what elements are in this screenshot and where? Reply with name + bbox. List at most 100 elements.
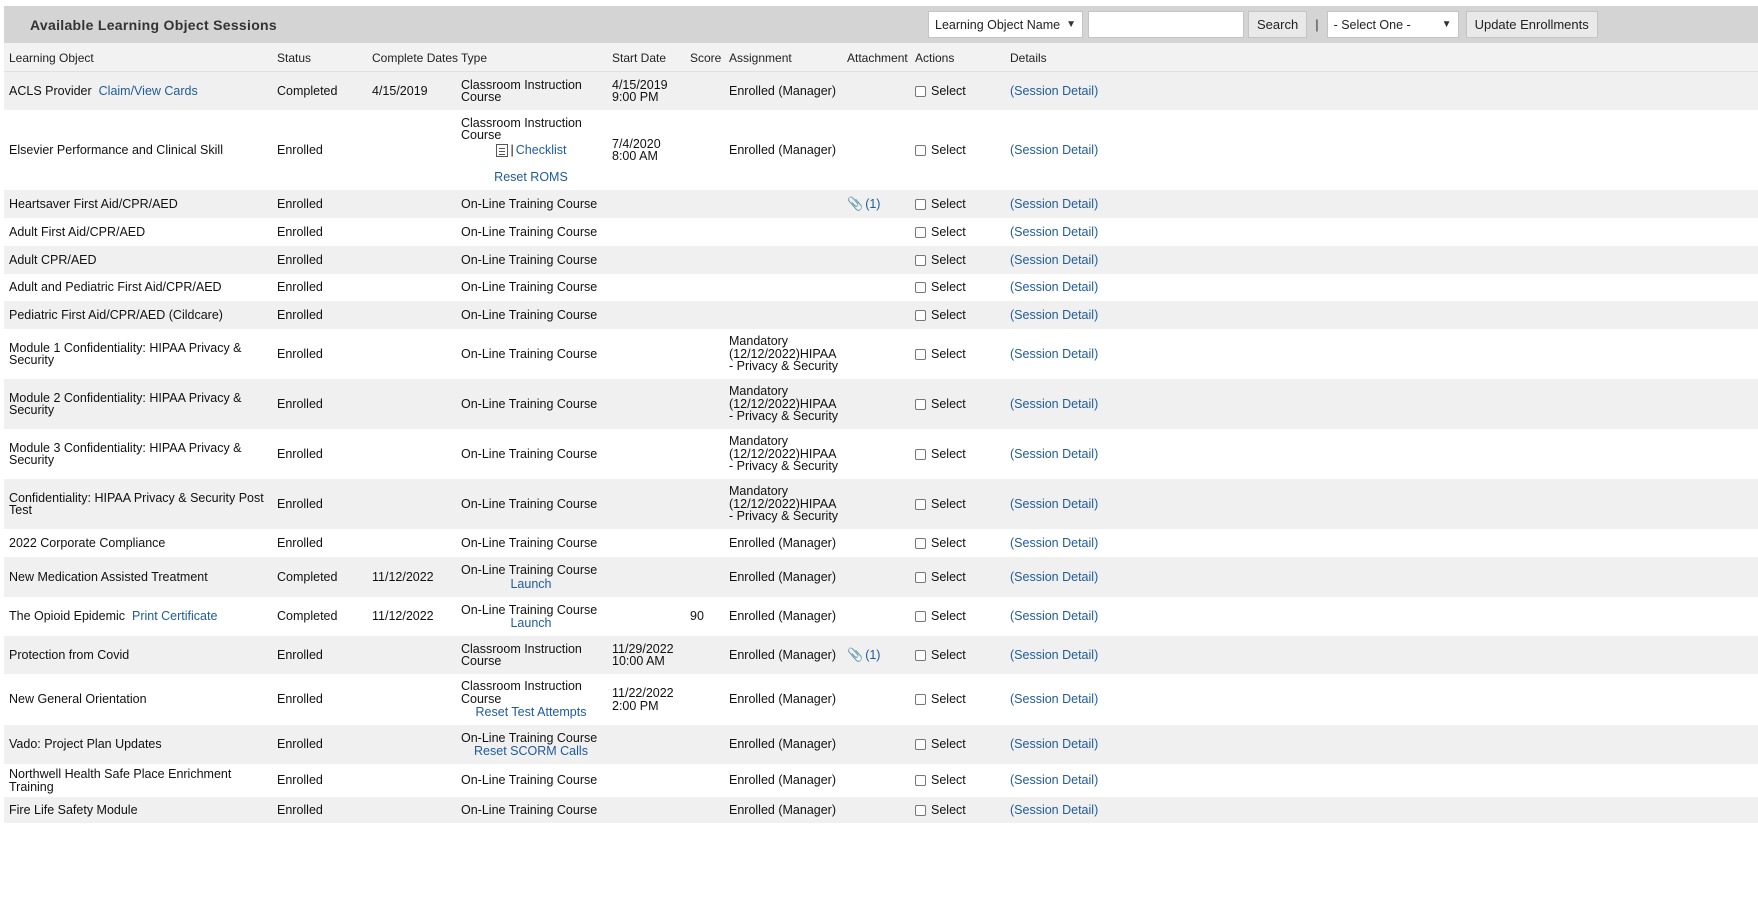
type-text: On-Line Training Course	[461, 224, 598, 239]
learning-object-name: Protection from Covid	[9, 647, 130, 662]
session-detail-link[interactable]: (Session Detail)	[1010, 649, 1130, 662]
select-checkbox[interactable]: Select	[915, 774, 995, 787]
checkbox-box[interactable]	[915, 649, 926, 661]
attachment-cell	[847, 218, 907, 246]
session-detail-link[interactable]: (Session Detail)	[1010, 610, 1130, 623]
select-checkbox[interactable]: Select	[915, 198, 995, 211]
assignment-cell	[729, 274, 841, 301]
learning-object-line: Module 2 Confidentiality: HIPAA Privacy …	[9, 391, 269, 417]
status-cell: Enrolled	[277, 190, 367, 218]
search-button[interactable]: Search	[1247, 11, 1308, 38]
checkbox-box[interactable]	[915, 804, 926, 816]
attachment-line[interactable]: 📎 (1)	[847, 648, 907, 662]
actions-cell: Select	[915, 529, 995, 557]
select-checkbox[interactable]: Select	[915, 448, 995, 461]
session-detail-link[interactable]: (Session Detail)	[1010, 198, 1130, 211]
learning-object-name: Pediatric First Aid/CPR/AED (Cildcare)	[9, 307, 223, 322]
learning-object-action-link[interactable]: Print Certificate	[132, 609, 217, 623]
select-checkbox[interactable]: Select	[915, 804, 995, 817]
search-input[interactable]	[1087, 11, 1244, 38]
checkbox-box[interactable]	[915, 144, 926, 156]
select-checkbox[interactable]: Select	[915, 398, 995, 411]
checkbox-box[interactable]	[915, 254, 926, 266]
select-checkbox[interactable]: Select	[915, 571, 995, 584]
type-cell: On-Line Training Course	[461, 429, 601, 479]
select-checkbox[interactable]: Select	[915, 498, 995, 511]
checkbox-box[interactable]	[915, 85, 926, 97]
status-text: Enrolled	[277, 307, 323, 322]
select-checkbox[interactable]: Select	[915, 281, 995, 294]
session-detail-link[interactable]: (Session Detail)	[1010, 571, 1130, 584]
status-text: Enrolled	[277, 737, 323, 752]
status-text: Enrolled	[277, 252, 323, 267]
checkbox-box[interactable]	[915, 309, 926, 321]
checkbox-box[interactable]	[915, 198, 926, 210]
attachment-count-link[interactable]: (1)	[865, 649, 880, 662]
checkbox-box[interactable]	[915, 537, 926, 549]
learning-object-name: 2022 Corporate Compliance	[9, 535, 166, 550]
checkbox-box[interactable]	[915, 226, 926, 238]
session-detail-link[interactable]: (Session Detail)	[1010, 804, 1130, 817]
type-action-link[interactable]: Reset Test Attempts	[461, 706, 601, 719]
type-action-link[interactable]: Reset ROMS	[461, 171, 601, 184]
bulk-action-select[interactable]: - Select One - ▼	[1326, 11, 1459, 38]
select-checkbox[interactable]: Select	[915, 693, 995, 706]
actions-cell: Select	[915, 72, 995, 110]
type-action-link[interactable]: Launch	[461, 617, 601, 630]
assignment-text: Enrolled (Manager)	[729, 83, 836, 98]
checkbox-box[interactable]	[915, 282, 926, 293]
select-checkbox[interactable]: Select	[915, 254, 995, 267]
actions-cell: Select	[915, 379, 995, 429]
session-detail-link[interactable]: (Session Detail)	[1010, 309, 1130, 322]
attachment-count-link[interactable]: (1)	[865, 198, 880, 211]
checklist-link[interactable]: Checklist	[516, 144, 567, 157]
details-cell: (Session Detail)	[1010, 429, 1130, 479]
score-cell	[690, 557, 720, 597]
session-detail-link[interactable]: (Session Detail)	[1010, 348, 1130, 361]
session-detail-link[interactable]: (Session Detail)	[1010, 738, 1130, 751]
checkbox-box[interactable]	[915, 498, 926, 510]
select-checkbox[interactable]: Select	[915, 348, 995, 361]
checkbox-box[interactable]	[915, 739, 926, 750]
learning-object-action-link[interactable]: Claim/View Cards	[99, 84, 198, 98]
select-label: Select	[931, 692, 966, 707]
select-checkbox[interactable]: Select	[915, 309, 995, 322]
session-detail-link[interactable]: (Session Detail)	[1010, 448, 1130, 461]
learning-object-line: Heartsaver First Aid/CPR/AED	[9, 198, 269, 211]
search-field-select[interactable]: Learning Object Name ▼	[928, 11, 1083, 38]
session-detail-link[interactable]: (Session Detail)	[1010, 537, 1130, 550]
select-checkbox[interactable]: Select	[915, 649, 995, 662]
checkbox-box[interactable]	[915, 571, 926, 583]
complete-date-cell	[372, 379, 457, 429]
session-detail-link[interactable]: (Session Detail)	[1010, 281, 1130, 294]
type-action-link[interactable]: Launch	[461, 577, 601, 591]
session-detail-link[interactable]: (Session Detail)	[1010, 774, 1130, 787]
complete-date: 11/12/2022	[372, 609, 434, 624]
col-score: Score	[690, 51, 722, 65]
select-checkbox[interactable]: Select	[915, 85, 995, 98]
select-checkbox[interactable]: Select	[915, 610, 995, 623]
header-controls: Learning Object Name ▼ Search | - Select…	[928, 11, 1598, 38]
session-detail-link[interactable]: (Session Detail)	[1010, 398, 1130, 411]
select-checkbox[interactable]: Select	[915, 144, 995, 157]
session-detail-link[interactable]: (Session Detail)	[1010, 226, 1130, 239]
checkbox-box[interactable]	[915, 398, 926, 410]
select-checkbox[interactable]: Select	[915, 537, 995, 550]
select-checkbox[interactable]: Select	[915, 226, 995, 239]
session-detail-link[interactable]: (Session Detail)	[1010, 498, 1130, 511]
checkbox-box[interactable]	[915, 611, 926, 622]
checkbox-box[interactable]	[915, 775, 926, 786]
score-value: 90	[690, 609, 704, 624]
attachment-line[interactable]: 📎 (1)	[847, 197, 907, 211]
checkbox-box[interactable]	[915, 448, 926, 460]
session-detail-link[interactable]: (Session Detail)	[1010, 144, 1130, 157]
session-detail-link[interactable]: (Session Detail)	[1010, 693, 1130, 706]
session-detail-link[interactable]: (Session Detail)	[1010, 254, 1130, 267]
session-detail-link[interactable]: (Session Detail)	[1010, 85, 1130, 98]
select-checkbox[interactable]: Select	[915, 738, 995, 751]
checkbox-box[interactable]	[915, 348, 926, 360]
start-date-cell	[612, 764, 687, 797]
update-enrollments-button[interactable]: Update Enrollments	[1465, 11, 1598, 38]
checkbox-box[interactable]	[915, 694, 926, 705]
type-action-link[interactable]: Reset SCORM Calls	[461, 745, 601, 758]
